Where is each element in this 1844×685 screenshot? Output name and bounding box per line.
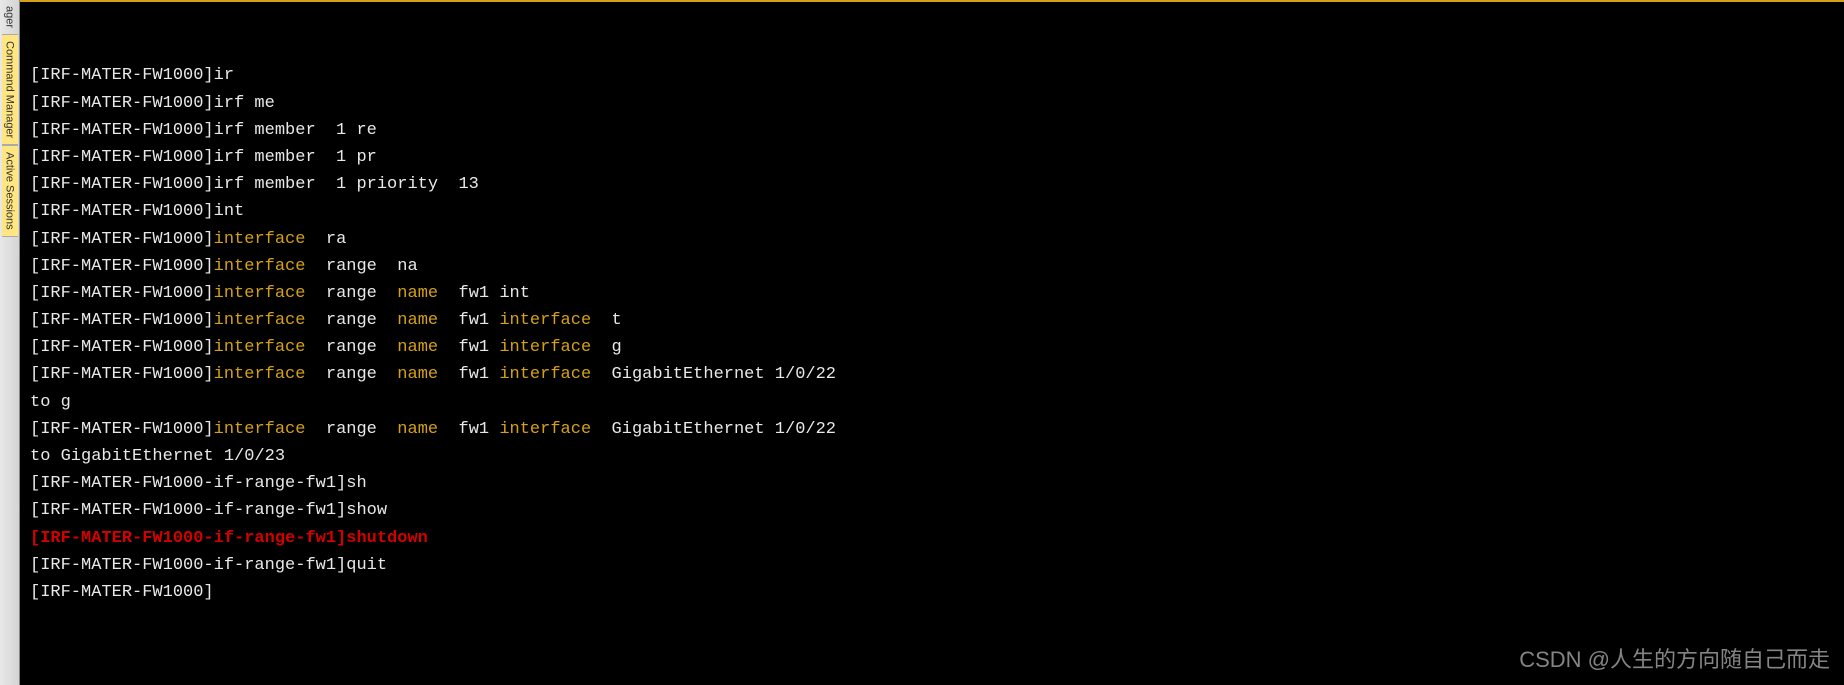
terminal-line: [IRF-MATER-FW1000]interface range name f… — [30, 280, 1834, 307]
terminal-line: [IRF-MATER-FW1000]interface range na — [30, 253, 1834, 280]
watermark: CSDN @人生的方向随自己而走 — [1519, 642, 1830, 677]
tab-fragment-top[interactable]: ager — [2, 0, 18, 34]
tab-command-manager[interactable]: Command Manager — [2, 34, 18, 145]
terminal-line: [IRF-MATER-FW1000]interface range name f… — [30, 307, 1834, 334]
terminal-line: [IRF-MATER-FW1000-if-range-fw1]quit — [30, 552, 1834, 579]
terminal-line: [IRF-MATER-FW1000]interface range name f… — [30, 334, 1834, 361]
terminal-line: [IRF-MATER-FW1000]irf member 1 re — [30, 117, 1834, 144]
terminal-line: to GigabitEthernet 1/0/23 — [30, 443, 1834, 470]
terminal-line: [IRF-MATER-FW1000]irf member 1 priority … — [30, 171, 1834, 198]
terminal-line: [IRF-MATER-FW1000-if-range-fw1]show — [30, 497, 1834, 524]
terminal-line: [IRF-MATER-FW1000]ir — [30, 62, 1834, 89]
terminal-line: [IRF-MATER-FW1000] — [30, 579, 1834, 606]
sidebar: ager Command Manager Active Sessions — [0, 0, 20, 685]
terminal-line: [IRF-MATER-FW1000]interface range name f… — [30, 361, 1834, 388]
terminal-output[interactable]: [IRF-MATER-FW1000]ir[IRF-MATER-FW1000]ir… — [20, 0, 1844, 685]
terminal-line: [IRF-MATER-FW1000]int — [30, 198, 1834, 225]
terminal-line: [IRF-MATER-FW1000]interface range name f… — [30, 416, 1834, 443]
terminal-line: [IRF-MATER-FW1000-if-range-fw1]sh — [30, 470, 1834, 497]
terminal-line: [IRF-MATER-FW1000]irf member 1 pr — [30, 144, 1834, 171]
terminal-line: [IRF-MATER-FW1000]interface ra — [30, 226, 1834, 253]
terminal-line: to g — [30, 389, 1834, 416]
terminal-line: [IRF-MATER-FW1000-if-range-fw1]shutdown — [30, 525, 1834, 552]
terminal-line: [IRF-MATER-FW1000]irf me — [30, 90, 1834, 117]
tab-active-sessions[interactable]: Active Sessions — [2, 145, 18, 237]
